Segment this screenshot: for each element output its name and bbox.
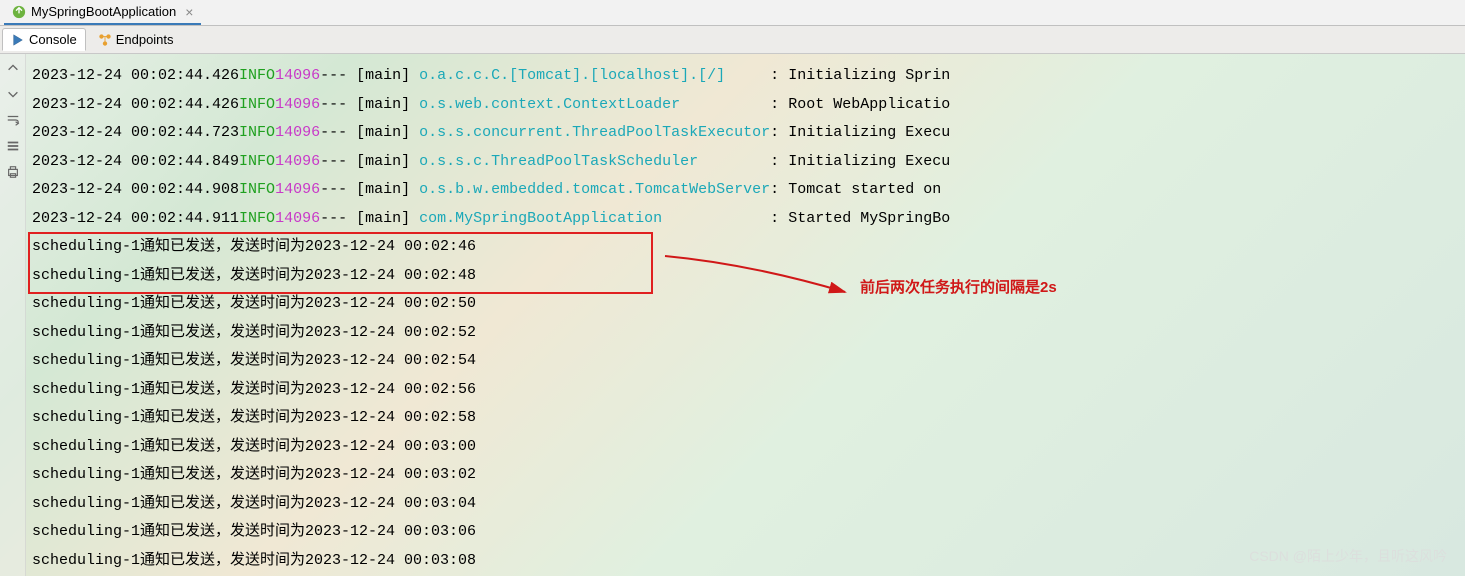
log-line: 2023-12-24 00:02:44.849 INFO 14096 --- [… (32, 148, 1459, 177)
console-area: 2023-12-24 00:02:44.426 INFO 14096 --- [… (0, 54, 1465, 576)
settings-button[interactable] (3, 136, 23, 156)
run-tab-bar: MySpringBootApplication × (0, 0, 1465, 26)
log-line: scheduling-1通知已发送，发送时间为2023-12-24 00:02:… (32, 319, 1459, 348)
run-config-title: MySpringBootApplication (31, 4, 176, 19)
spring-boot-icon (12, 5, 26, 19)
console-gutter (0, 54, 26, 576)
annotation-text: 前后两次任务执行的间隔是2s (860, 276, 1057, 297)
tab-endpoints-label: Endpoints (116, 32, 174, 47)
log-line: scheduling-1通知已发送，发送时间为2023-12-24 00:03:… (32, 461, 1459, 490)
log-line: scheduling-1通知已发送，发送时间为2023-12-24 00:02:… (32, 290, 1459, 319)
log-line: scheduling-1通知已发送，发送时间为2023-12-24 00:03:… (32, 518, 1459, 547)
endpoints-icon (98, 33, 112, 47)
log-line: scheduling-1通知已发送，发送时间为2023-12-24 00:03:… (32, 433, 1459, 462)
log-line: scheduling-1通知已发送，发送时间为2023-12-24 00:02:… (32, 376, 1459, 405)
log-line: scheduling-1通知已发送，发送时间为2023-12-24 00:02:… (32, 347, 1459, 376)
log-line: 2023-12-24 00:02:44.908 INFO 14096 --- [… (32, 176, 1459, 205)
tab-console[interactable]: Console (2, 28, 86, 51)
run-arrow-icon (11, 33, 25, 47)
scroll-up-button[interactable] (3, 58, 23, 78)
console-toolbar: Console Endpoints (0, 26, 1465, 54)
log-line: 2023-12-24 00:02:44.911 INFO 14096 --- [… (32, 205, 1459, 234)
close-icon[interactable]: × (185, 5, 193, 19)
log-line: 2023-12-24 00:02:44.426 INFO 14096 --- [… (32, 91, 1459, 120)
print-button[interactable] (3, 162, 23, 182)
tab-endpoints[interactable]: Endpoints (90, 29, 182, 50)
log-line: 2023-12-24 00:02:44.426 INFO 14096 --- [… (32, 62, 1459, 91)
scroll-down-button[interactable] (3, 84, 23, 104)
console-output[interactable]: 2023-12-24 00:02:44.426 INFO 14096 --- [… (26, 54, 1465, 576)
log-line: scheduling-1通知已发送，发送时间为2023-12-24 00:03:… (32, 490, 1459, 519)
log-line: scheduling-1通知已发送，发送时间为2023-12-24 00:02:… (32, 233, 1459, 262)
tab-console-label: Console (29, 32, 77, 47)
log-line: scheduling-1通知已发送，发送时间为2023-12-24 00:02:… (32, 262, 1459, 291)
log-line: 2023-12-24 00:02:44.723 INFO 14096 --- [… (32, 119, 1459, 148)
log-line: scheduling-1通知已发送，发送时间为2023-12-24 00:02:… (32, 404, 1459, 433)
run-config-tab[interactable]: MySpringBootApplication × (4, 0, 201, 25)
log-line: scheduling-1通知已发送，发送时间为2023-12-24 00:03:… (32, 547, 1459, 576)
watermark-text: CSDN @陌上少年，且听这风吟 (1249, 546, 1447, 566)
soft-wrap-button[interactable] (3, 110, 23, 130)
